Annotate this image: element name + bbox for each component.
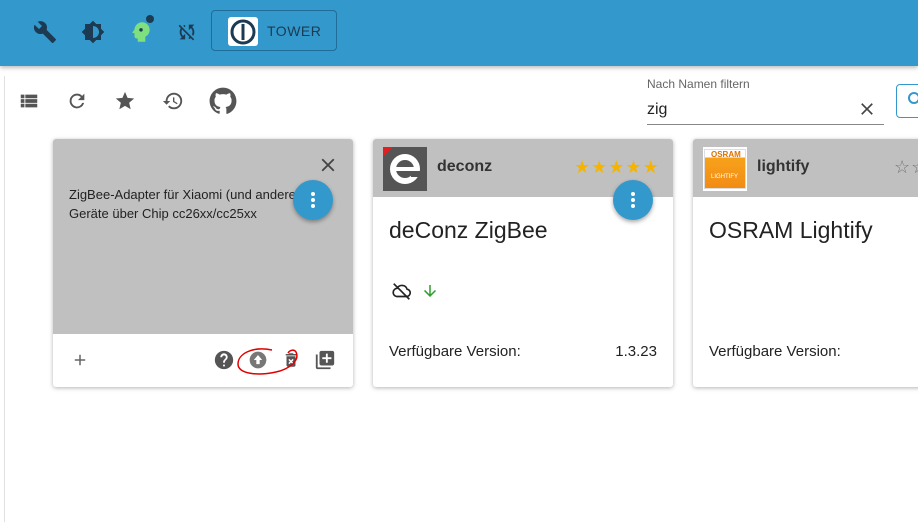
star-icon: ★ — [625, 157, 642, 177]
github-icon[interactable] — [208, 86, 238, 116]
more-options-button[interactable] — [613, 180, 653, 220]
adapter-short-name: lightify — [757, 158, 810, 175]
add-multiple-icon[interactable] — [314, 349, 336, 371]
adapter-card-zigbee: ZigBee-Adapter für Xiaomi (und andere) G… — [53, 139, 353, 387]
refresh-icon[interactable] — [64, 88, 90, 114]
star-empty-icon: ☆ — [894, 157, 911, 177]
brightness-icon[interactable] — [80, 19, 106, 45]
logo-text-osram: OSRAM — [711, 150, 741, 159]
update-available-icon[interactable] — [420, 280, 440, 302]
host-tower-button[interactable]: TOWER — [211, 10, 337, 51]
clear-filter-icon[interactable] — [857, 99, 877, 119]
host-name-label: TOWER — [267, 23, 322, 39]
sidebar-divider — [4, 76, 5, 522]
add-instance-icon[interactable] — [69, 349, 91, 371]
star-icon: ★ — [574, 157, 591, 177]
more-options-button[interactable] — [293, 180, 333, 220]
available-version: 1.3.23 — [615, 343, 657, 360]
iobroker-logo-icon — [228, 17, 258, 46]
cloud-off-icon — [389, 280, 415, 302]
list-view-icon[interactable] — [16, 88, 42, 114]
overflow-action-button[interactable] — [896, 84, 918, 118]
adapter-card-deconz: deconz ★ ★ ★ ★ ★ deConz ZigBee Verfügbar… — [373, 139, 673, 387]
more-vert-icon — [311, 192, 315, 208]
osram-lightify-logo-icon: OSRAM LIGHTIFY — [703, 147, 747, 191]
notification-dot-icon — [146, 15, 154, 23]
wrench-icon[interactable] — [32, 19, 58, 45]
sync-disabled-icon[interactable] — [174, 19, 200, 45]
card-description-panel — [53, 139, 353, 334]
adapter-description: ZigBee-Adapter für Xiaomi (und andere) G… — [69, 187, 301, 221]
rating-stars[interactable]: ★ ★ ★ ★ ★ — [574, 158, 659, 176]
adapter-card-lightify: OSRAM LIGHTIFY lightify ☆ ☆ OSRAM Lighti… — [693, 139, 918, 387]
history-icon[interactable] — [160, 88, 186, 114]
star-icon: ★ — [642, 157, 659, 177]
close-description-icon[interactable] — [316, 153, 340, 177]
version-label: Verfügbare Version: — [389, 343, 521, 360]
more-vert-icon — [631, 192, 635, 208]
filter-label: Nach Namen filtern — [647, 77, 750, 91]
name-filter-input[interactable] — [647, 95, 884, 125]
head-icon[interactable] — [128, 15, 154, 45]
annotation-circle-icon — [237, 348, 298, 375]
partial-icon — [908, 92, 918, 104]
logo-text-lightify: LIGHTIFY — [711, 174, 739, 180]
star-icon: ★ — [591, 157, 608, 177]
rating-stars[interactable]: ☆ ☆ — [894, 158, 918, 176]
version-label: Verfügbare Version: — [709, 343, 841, 360]
adapter-title: deConz ZigBee — [389, 217, 548, 243]
adapter-short-name: deconz — [437, 158, 493, 175]
top-header: TOWER — [0, 0, 918, 66]
deconz-logo-icon — [383, 147, 427, 191]
star-empty-icon: ☆ — [911, 158, 918, 176]
star-icon: ★ — [608, 157, 625, 177]
adapter-title: OSRAM Lightify — [709, 217, 873, 243]
star-filter-icon[interactable] — [112, 88, 138, 114]
